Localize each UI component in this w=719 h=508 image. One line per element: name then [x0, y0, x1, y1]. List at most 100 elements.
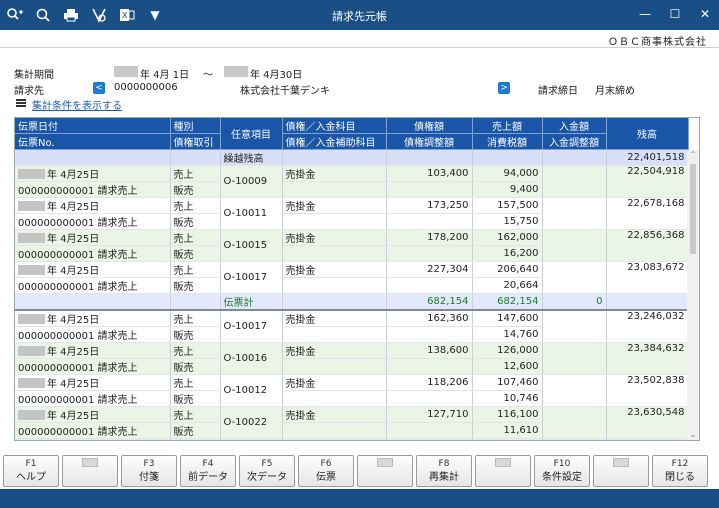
- closing-value: 月末締め: [595, 86, 635, 97]
- entry-adjust: [386, 326, 473, 343]
- col-trade-header[interactable]: 債権取引: [170, 133, 221, 150]
- fkey-label: ヘルプ: [16, 472, 46, 483]
- entry-tax: 15,750: [472, 213, 543, 230]
- fkey-blank-button[interactable]: [62, 455, 118, 487]
- col-tax-header[interactable]: 消費税額: [472, 133, 543, 150]
- redacted-year-from: [114, 66, 138, 77]
- subtotal-sales: 546,876: [472, 438, 543, 440]
- entry-row[interactable]: 年 4月25日 売上 O-10022 売掛金 127,710 116,100 23,630,…: [15, 406, 689, 439]
- fkey-blank-button[interactable]: [357, 455, 413, 487]
- prev-customer-button[interactable]: <: [93, 82, 105, 94]
- col-no-header[interactable]: 伝票No.: [15, 133, 171, 150]
- entry-row[interactable]: 年 4月25日 売上 O-10009 売掛金 103,400 94,000 22,504,9…: [15, 165, 689, 198]
- fkey-number: F4: [202, 459, 214, 469]
- entry-row[interactable]: 年 4月25日 売上 O-10017 売掛金 162,360 147,600 23,246,…: [15, 310, 689, 343]
- fkey-f4-button[interactable]: F4 前データ: [180, 455, 236, 487]
- entry-type: 売上: [170, 229, 221, 246]
- entry-subaccount: [282, 277, 387, 294]
- col-date-header[interactable]: 伝票日付: [15, 118, 171, 134]
- entry-balance: 23,083,672: [606, 261, 689, 294]
- col-type-header[interactable]: 種別: [170, 118, 221, 134]
- fkey-f12-button[interactable]: F12 閉じる: [652, 455, 708, 487]
- entry-item: O-10012: [220, 374, 283, 407]
- entry-tax: 12,600: [472, 358, 543, 375]
- entry-type: 売上: [170, 342, 221, 359]
- entry-item: O-10022: [220, 406, 283, 439]
- entry-no: 000000000001 請求売上: [15, 422, 171, 439]
- entry-account: 売掛金: [282, 374, 387, 391]
- col-item-header[interactable]: 任意項目: [220, 118, 283, 150]
- entry-date-cell: 年 4月25日: [15, 165, 171, 182]
- fkey-label: 付箋: [139, 472, 159, 483]
- carryover-row[interactable]: 繰越残高 22,401,518: [15, 149, 689, 166]
- vertical-scrollbar[interactable]: ⌃ ⌄: [687, 150, 699, 440]
- entry-sales: 206,640: [472, 261, 543, 278]
- scroll-thumb[interactable]: [690, 164, 696, 254]
- subtotal-row[interactable]: 伝票計 682,154 682,154 0: [15, 293, 689, 311]
- entry-deposit: [542, 406, 607, 439]
- entry-row[interactable]: 年 4月25日 売上 O-10016 売掛金 138,600 126,000 23,384,…: [15, 342, 689, 375]
- entry-tax: 9,400: [472, 181, 543, 198]
- col-adjust-header[interactable]: 債権調整額: [386, 133, 473, 150]
- maximize-icon[interactable]: ☐: [667, 5, 683, 23]
- scroll-up-icon[interactable]: ⌃: [687, 150, 699, 160]
- fkey-f6-button[interactable]: F6 伝票: [298, 455, 354, 487]
- entry-amount: 103,400: [386, 165, 473, 182]
- fkey-f3-button[interactable]: F3 付箋: [121, 455, 177, 487]
- entry-type: 売上: [170, 165, 221, 182]
- entry-amount: 178,200: [386, 229, 473, 246]
- fkey-f8-button[interactable]: F8 再集計: [416, 455, 472, 487]
- col-balance-header[interactable]: 残高: [606, 118, 689, 150]
- subtotal-cell: [606, 438, 689, 440]
- entry-date: 年 4月25日: [47, 347, 100, 358]
- fkey-f5-button[interactable]: F5 次データ: [239, 455, 295, 487]
- redacted-year: [18, 378, 45, 388]
- fkey-number: F10: [553, 459, 571, 469]
- minimize-icon[interactable]: —: [637, 5, 653, 23]
- fkey-f1-button[interactable]: F1 ヘルプ: [3, 455, 59, 487]
- fkey-blank-button[interactable]: [593, 455, 649, 487]
- entry-sales: 162,000: [472, 229, 543, 246]
- subtotal-label: 伝票計: [220, 293, 283, 311]
- scroll-down-icon[interactable]: ⌄: [687, 430, 699, 440]
- entry-amount: 118,206: [386, 374, 473, 391]
- entry-no: 000000000001 請求売上: [15, 326, 171, 343]
- fkey-label: 再集計: [429, 472, 459, 483]
- col-account-header[interactable]: 債権／入金科目: [282, 118, 387, 134]
- col-amount-header[interactable]: 債権額: [386, 118, 473, 134]
- entry-date-cell: 年 4月25日: [15, 374, 171, 391]
- company-name: ＯＢＣ商事株式会社: [608, 37, 707, 48]
- entry-adjust: [386, 213, 473, 230]
- fkey-label: 条件設定: [542, 472, 582, 483]
- entry-row[interactable]: 年 4月25日 売上 O-10015 売掛金 178,200 162,000 22,856,…: [15, 229, 689, 262]
- show-conditions-link[interactable]: 集計条件を表示する: [32, 97, 122, 112]
- entry-row[interactable]: 年 4月25日 売上 O-10017 売掛金 227,304 206,640 23,083,…: [15, 261, 689, 294]
- close-icon[interactable]: ✕: [697, 5, 713, 23]
- entry-item: O-10017: [220, 261, 283, 294]
- next-customer-button[interactable]: >: [498, 82, 510, 94]
- entry-row[interactable]: 年 4月25日 売上 O-10011 売掛金 173,250 157,500 22,678,…: [15, 197, 689, 230]
- entry-item: O-10017: [220, 310, 283, 343]
- entry-adjust: [386, 245, 473, 262]
- subtotal-row[interactable]: 伝票計546,876546,8760: [15, 438, 689, 440]
- col-subaccount-header[interactable]: 債権／入金補助科目: [282, 133, 387, 150]
- col-deposit-header[interactable]: 入金額: [542, 118, 607, 134]
- entry-subaccount: [282, 326, 387, 343]
- entry-item: O-10009: [220, 165, 283, 198]
- entry-deposit: [542, 165, 607, 198]
- entry-sales: 147,600: [472, 310, 543, 327]
- entry-row[interactable]: 年 4月25日 売上 O-10012 売掛金 118,206 107,460 23,502,…: [15, 374, 689, 407]
- entry-item: O-10011: [220, 197, 283, 230]
- entry-trade: 販売: [170, 181, 221, 198]
- col-sales-header[interactable]: 売上額: [472, 118, 543, 134]
- fkey-blank-button[interactable]: [475, 455, 531, 487]
- redacted-year: [18, 265, 45, 275]
- blank-key-icon: [495, 458, 511, 467]
- entry-balance: 22,856,368: [606, 229, 689, 262]
- fkey-f10-button[interactable]: F10 条件設定: [534, 455, 590, 487]
- entry-balance: 22,678,168: [606, 197, 689, 230]
- entry-deposit: [542, 197, 607, 230]
- entry-tax: 16,200: [472, 245, 543, 262]
- col-deposit-adjust-header[interactable]: 入金調整額: [542, 133, 607, 150]
- entry-balance: 23,246,032: [606, 310, 689, 343]
